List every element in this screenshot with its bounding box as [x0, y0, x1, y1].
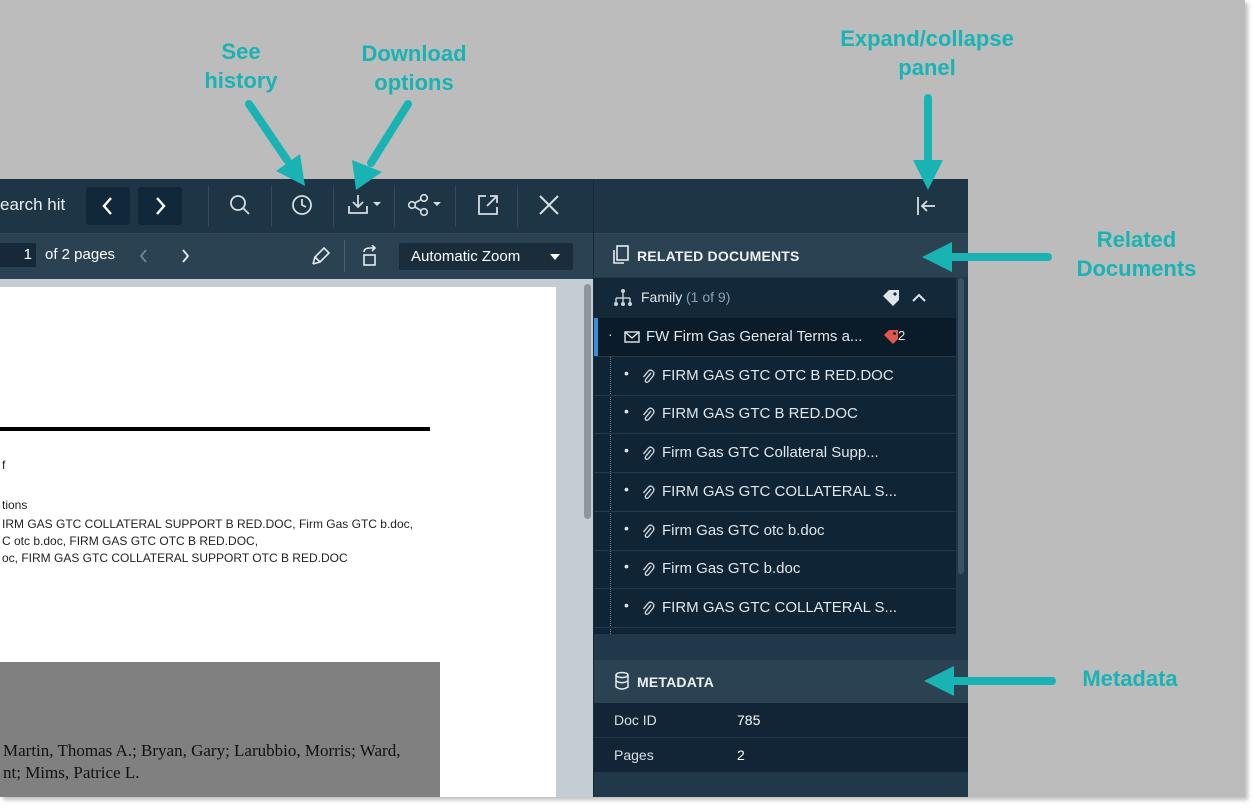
- arrow-history: [245, 100, 291, 164]
- screenshot-canvas: See history Download options Expand/coll…: [0, 0, 1245, 797]
- arrow-download-head: [352, 160, 382, 190]
- arrow-download: [367, 100, 412, 167]
- arrow-metadata-head: [924, 666, 954, 696]
- callout-arrows: [245, 94, 1056, 696]
- arrow-expand-head: [913, 160, 943, 190]
- arrow-related-head: [922, 242, 952, 272]
